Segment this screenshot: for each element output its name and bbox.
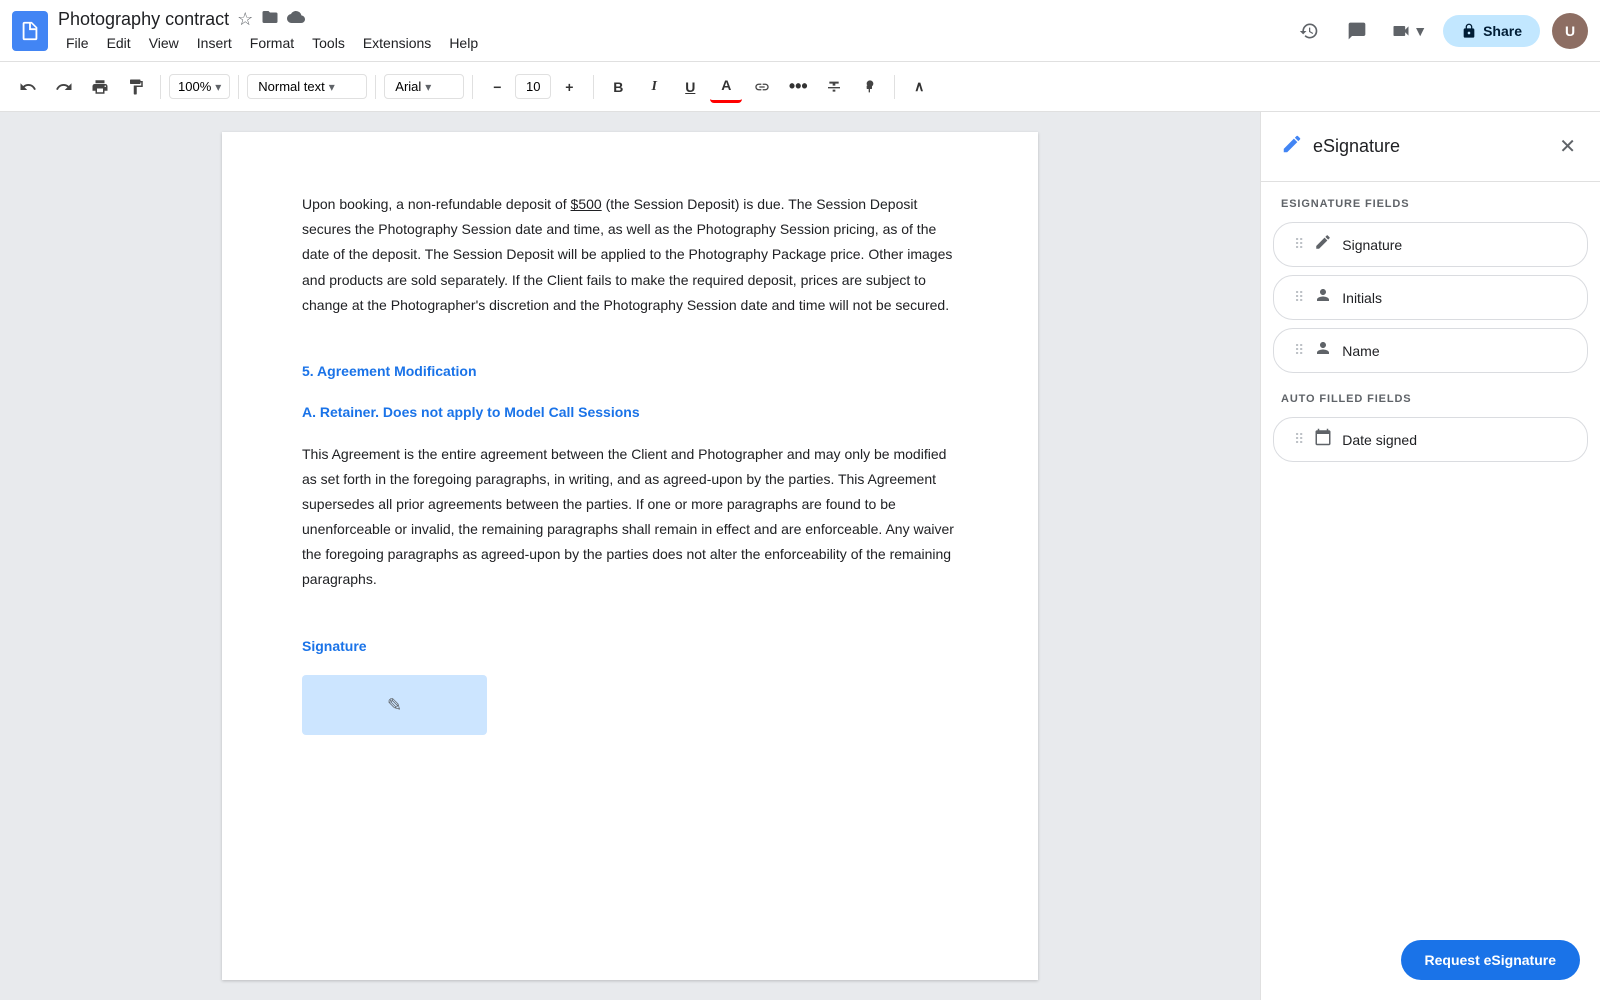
divider-6 — [894, 75, 895, 99]
signature-field-label: Signature — [1342, 237, 1402, 253]
star-icon[interactable]: ☆ — [237, 9, 253, 30]
font-size-decrease-button[interactable]: − — [481, 71, 513, 103]
meet-area: ▼ — [1387, 13, 1431, 49]
date-signed-drag-handle: ⠿ — [1294, 431, 1304, 448]
font-size-increase-button[interactable]: + — [553, 71, 585, 103]
date-signed-field[interactable]: ⠿ Date signed — [1273, 417, 1588, 462]
date-signed-label: Date signed — [1342, 432, 1417, 448]
esig-fields-label: ESIGNATURE FIELDS — [1261, 182, 1600, 218]
doc-icon — [12, 11, 48, 51]
menu-bar: File Edit View Insert Format Tools Exten… — [58, 33, 486, 53]
history-button[interactable] — [1291, 13, 1327, 49]
divider-2 — [238, 75, 239, 99]
strikethrough-button[interactable] — [818, 71, 850, 103]
initials-field-label: Initials — [1342, 290, 1382, 306]
menu-format[interactable]: Format — [242, 33, 302, 53]
menu-view[interactable]: View — [141, 33, 187, 53]
name-field-label: Name — [1342, 343, 1379, 359]
style-chevron-icon: ▾ — [329, 80, 335, 94]
signature-section-label: Signature — [302, 634, 958, 659]
zoom-chevron-icon: ▾ — [215, 80, 221, 94]
avatar[interactable]: U — [1552, 13, 1588, 49]
doc-text: Upon booking, a non-refundable deposit o… — [302, 192, 958, 735]
menu-insert[interactable]: Insert — [189, 33, 240, 53]
paint-format-button[interactable] — [120, 71, 152, 103]
divider-1 — [160, 75, 161, 99]
initials-field-icon — [1314, 286, 1332, 309]
request-esignature-button[interactable]: Request eSignature — [1401, 940, 1580, 980]
menu-edit[interactable]: Edit — [99, 33, 139, 53]
esignature-panel: eSignature ✕ ESIGNATURE FIELDS ⠿ Signatu… — [1260, 112, 1600, 1000]
link-button[interactable] — [746, 71, 778, 103]
deposit-amount: $500 — [571, 196, 602, 212]
share-button[interactable]: Share — [1443, 15, 1540, 47]
name-field-icon — [1314, 339, 1332, 362]
zoom-select[interactable]: 100% ▾ — [169, 74, 230, 99]
print-button[interactable] — [84, 71, 116, 103]
menu-help[interactable]: Help — [441, 33, 486, 53]
top-bar: Photography contract ☆ File Edit View In… — [0, 0, 1600, 62]
top-bar-right: ▼ Share U — [1291, 13, 1588, 49]
esig-title: eSignature — [1313, 136, 1400, 157]
style-select[interactable]: Normal text ▾ — [247, 74, 367, 99]
zoom-value: 100% — [178, 79, 211, 94]
main-area: Upon booking, a non-refundable deposit o… — [0, 112, 1600, 1000]
initials-drag-handle: ⠿ — [1294, 289, 1304, 306]
doc-title: Photography contract — [58, 9, 229, 30]
more-options-button[interactable]: ••• — [782, 71, 814, 103]
divider-5 — [593, 75, 594, 99]
signature-box[interactable]: ✎ — [302, 675, 487, 735]
doc-page: Upon booking, a non-refundable deposit o… — [222, 132, 1038, 980]
collapse-toolbar-button[interactable]: ∧ — [903, 71, 935, 103]
date-signed-icon — [1314, 428, 1332, 451]
title-icons: ☆ — [237, 8, 305, 31]
doc-area: Upon booking, a non-refundable deposit o… — [0, 112, 1260, 1000]
divider-4 — [472, 75, 473, 99]
sectionA-heading: A. Retainer. Does not apply to Model Cal… — [302, 400, 958, 425]
initials-field[interactable]: ⠿ Initials — [1273, 275, 1588, 320]
underline-button[interactable]: U — [674, 71, 706, 103]
redo-button[interactable] — [48, 71, 80, 103]
font-size-input[interactable] — [515, 74, 551, 99]
font-size-area: − + — [481, 71, 585, 103]
undo-button[interactable] — [12, 71, 44, 103]
bold-button[interactable]: B — [602, 71, 634, 103]
font-select[interactable]: Arial ▾ — [384, 74, 464, 99]
esig-panel-footer: Request eSignature — [1261, 920, 1600, 1000]
italic-button[interactable]: I — [638, 71, 670, 103]
signature-drag-handle: ⠿ — [1294, 236, 1304, 253]
auto-filled-label: AUTO FILLED FIELDS — [1261, 377, 1600, 413]
signature-field[interactable]: ⠿ Signature — [1273, 222, 1588, 267]
menu-extensions[interactable]: Extensions — [355, 33, 439, 53]
esig-close-button[interactable]: ✕ — [1555, 130, 1580, 163]
section5-heading: 5. Agreement Modification — [302, 359, 958, 384]
meet-chevron-icon: ▼ — [1413, 23, 1427, 39]
agreement-paragraph: This Agreement is the entire agreement b… — [302, 442, 958, 593]
highlight-button[interactable] — [854, 71, 886, 103]
style-value: Normal text — [258, 79, 324, 94]
name-drag-handle: ⠿ — [1294, 342, 1304, 359]
esig-title-area: eSignature — [1281, 133, 1400, 161]
body-paragraph: Upon booking, a non-refundable deposit o… — [302, 192, 958, 318]
esig-pen-icon — [1281, 133, 1303, 161]
comments-button[interactable] — [1339, 13, 1375, 49]
menu-file[interactable]: File — [58, 33, 97, 53]
menu-tools[interactable]: Tools — [304, 33, 353, 53]
divider-3 — [375, 75, 376, 99]
meet-button[interactable]: ▼ — [1387, 13, 1431, 49]
font-value: Arial — [395, 79, 421, 94]
share-label: Share — [1483, 23, 1522, 39]
name-field[interactable]: ⠿ Name — [1273, 328, 1588, 373]
font-chevron-icon: ▾ — [425, 80, 431, 94]
toolbar: 100% ▾ Normal text ▾ Arial ▾ − + B I U A… — [0, 62, 1600, 112]
esig-header: eSignature ✕ — [1261, 112, 1600, 182]
folder-icon[interactable] — [261, 8, 279, 31]
text-color-button[interactable]: A — [710, 71, 742, 103]
signature-pen-icon: ✎ — [387, 689, 402, 721]
signature-field-icon — [1314, 233, 1332, 256]
cloud-icon[interactable] — [287, 8, 305, 31]
title-area: Photography contract ☆ File Edit View In… — [58, 8, 486, 53]
